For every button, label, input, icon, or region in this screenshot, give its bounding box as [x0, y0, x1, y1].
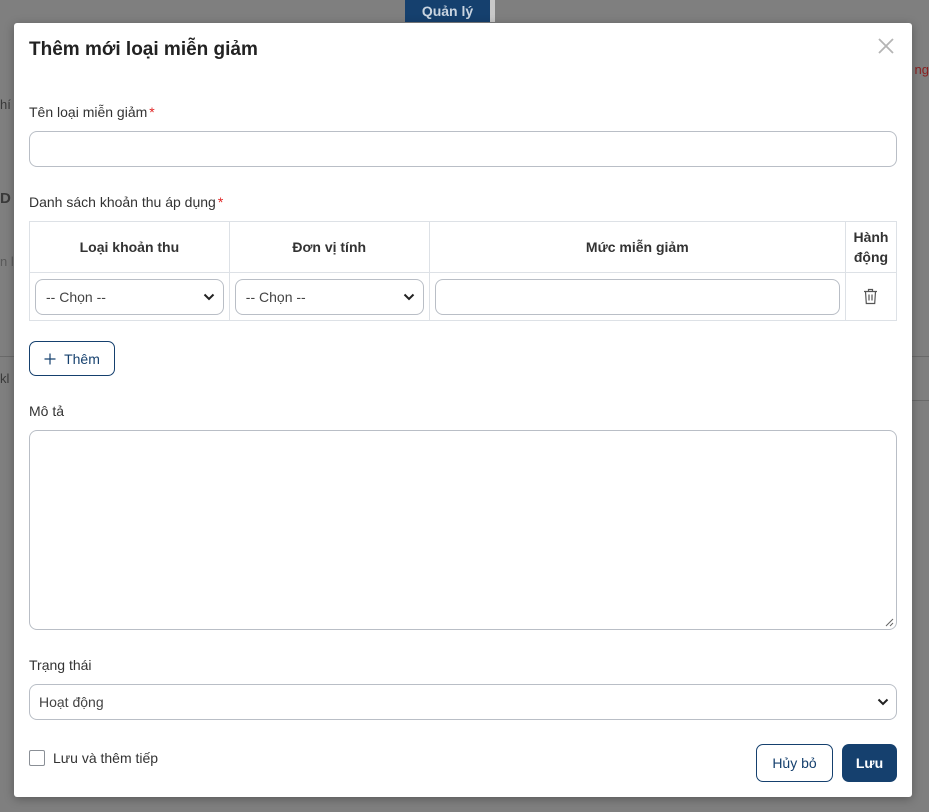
fee-table: Loại khoản thu Đơn vị tính Mức miễn giảm…: [29, 221, 898, 321]
name-label: Tên loại miễn giảm *: [29, 104, 155, 120]
background-divider: [0, 356, 14, 357]
fee-type-select-value: -- Chọn --: [46, 288, 106, 305]
discount-name-input[interactable]: [29, 131, 897, 167]
save-button[interactable]: Lưu: [842, 744, 897, 782]
fee-list-label: Danh sách khoản thu áp dụng *: [29, 194, 224, 210]
background-divider: [912, 356, 929, 357]
status-select[interactable]: Hoạt động: [29, 684, 897, 720]
background-tab-manage: Quản lý: [405, 0, 490, 22]
status-label: Trạng thái: [29, 657, 92, 673]
background-text-fragment: ng: [914, 62, 929, 77]
discount-cell: [428, 272, 846, 321]
cancel-button[interactable]: Hủy bỏ: [756, 744, 833, 782]
fee-table-header-row: Loại khoản thu Đơn vị tính Mức miễn giảm…: [29, 221, 898, 273]
header-unit: Đơn vị tính: [228, 221, 430, 273]
background-text-fragment: n l: [0, 254, 14, 269]
unit-select[interactable]: -- Chọn --: [234, 278, 424, 315]
header-action: Hành động: [844, 221, 898, 273]
chevron-down-icon: [203, 293, 215, 300]
close-icon[interactable]: [876, 36, 896, 56]
fee-type-select[interactable]: -- Chọn --: [35, 278, 224, 315]
required-mark: *: [217, 194, 224, 210]
description-textarea[interactable]: [29, 430, 897, 630]
background-text-fragment: hí: [0, 97, 11, 112]
unit-cell: -- Chọn --: [228, 272, 430, 321]
header-discount-amount: Mức miễn giảm: [428, 221, 846, 273]
resize-handle-icon[interactable]: [884, 617, 894, 627]
save-and-continue-option[interactable]: Lưu và thêm tiếp: [29, 750, 158, 766]
modal-title: Thêm mới loại miễn giảm: [29, 39, 258, 60]
trash-icon[interactable]: [863, 288, 878, 305]
save-and-continue-checkbox[interactable]: [29, 750, 45, 766]
add-row-button-label: Thêm: [64, 350, 100, 367]
discount-amount-input[interactable]: [434, 278, 840, 315]
unit-select-value: -- Chọn --: [245, 288, 306, 305]
background-divider: [912, 400, 929, 401]
add-discount-type-modal: Thêm mới loại miễn giảm Tên loại miễn gi…: [14, 23, 912, 797]
required-mark: *: [149, 104, 155, 120]
save-and-continue-label: Lưu và thêm tiếp: [53, 750, 159, 766]
background-text-fragment: D: [0, 190, 11, 207]
fee-type-cell: -- Chọn --: [29, 272, 230, 321]
chevron-down-icon: [877, 698, 889, 706]
action-cell: [844, 272, 898, 321]
chevron-down-icon: [403, 293, 414, 300]
table-row: -- Chọn -- -- Chọn --: [29, 272, 898, 321]
background-tab-divider: [490, 0, 495, 22]
status-select-value: Hoạt động: [39, 694, 104, 710]
plus-icon: [44, 353, 56, 364]
description-label: Mô tả: [29, 403, 65, 419]
add-row-button[interactable]: Thêm: [29, 341, 115, 376]
background-text-fragment: kl: [0, 371, 10, 386]
header-fee-type: Loại khoản thu: [29, 221, 230, 273]
